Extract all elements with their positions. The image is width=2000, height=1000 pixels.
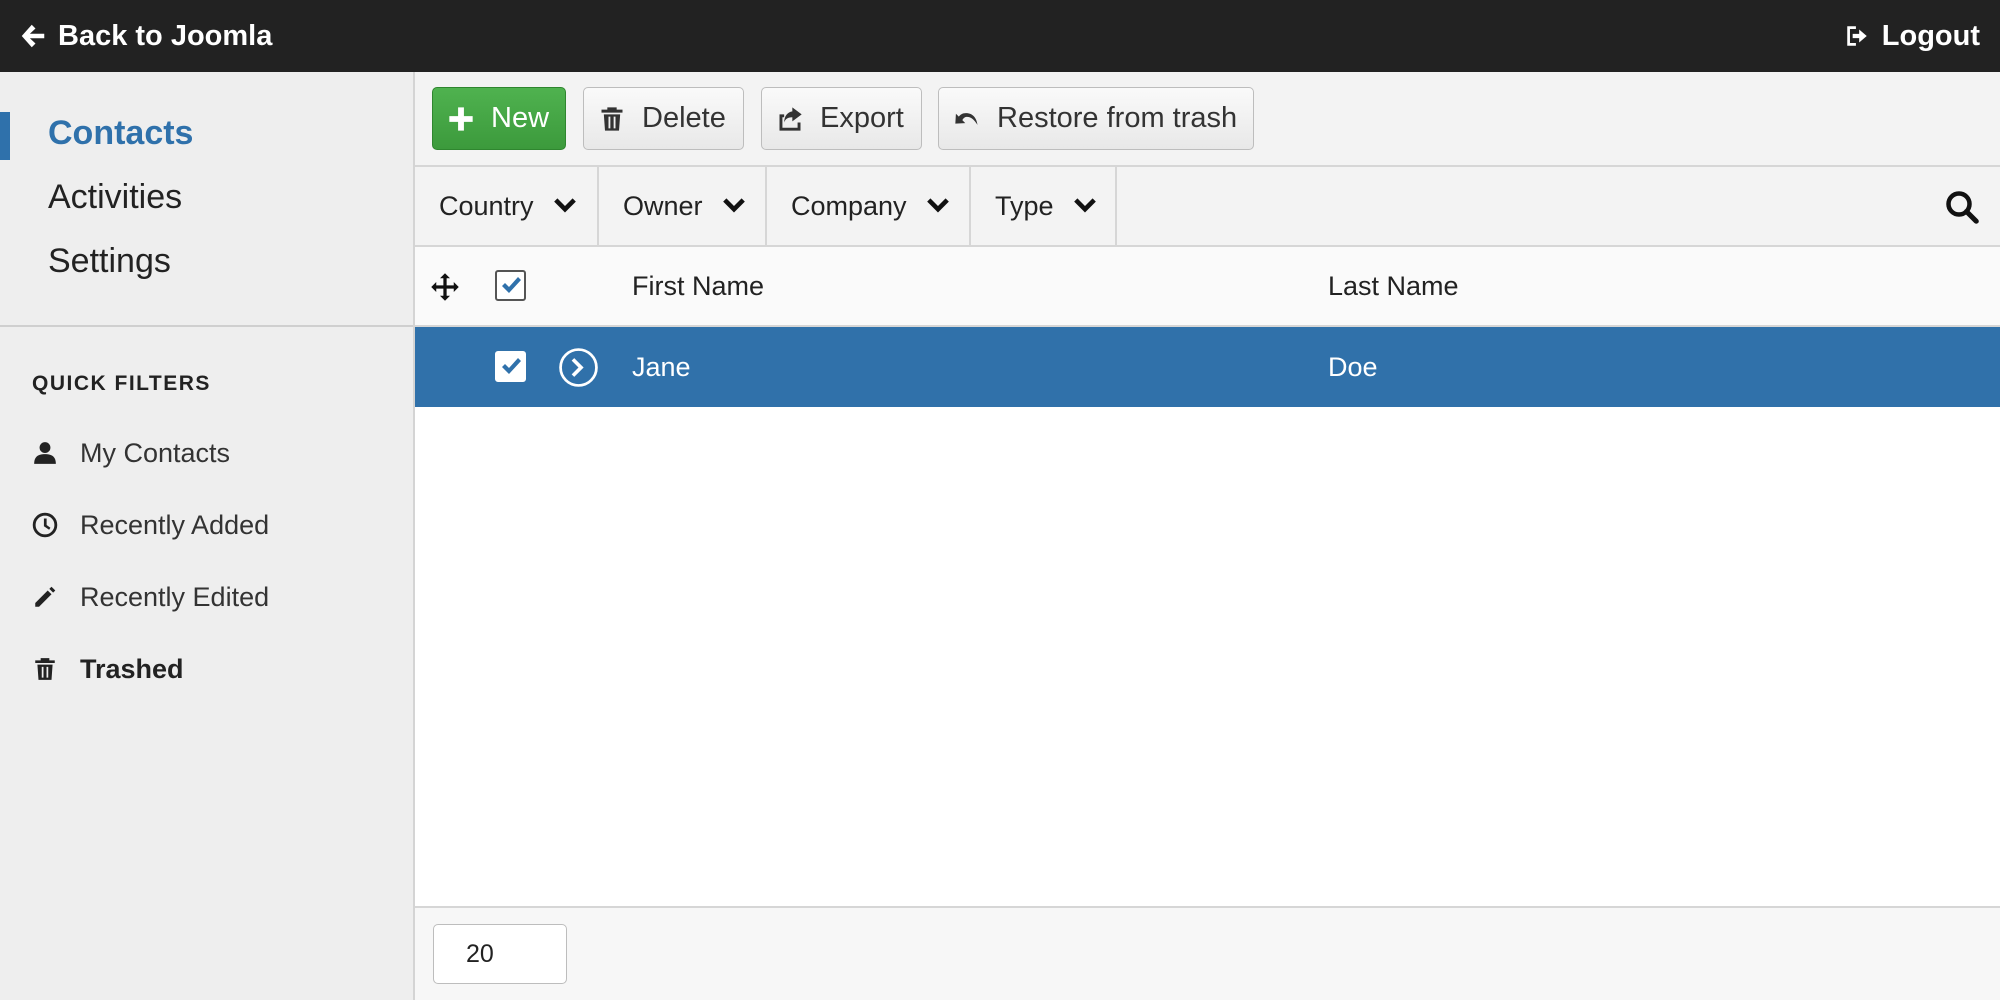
quick-filter-recently-edited[interactable]: Recently Edited: [32, 577, 269, 617]
filter-owner-dropdown[interactable]: Owner: [599, 167, 767, 245]
quick-filter-trashed[interactable]: Trashed: [32, 649, 184, 689]
filter-bar: Country Owner Company Type: [415, 167, 2000, 247]
filter-label: Country: [439, 190, 534, 221]
delete-label: Delete: [642, 102, 726, 134]
trash-icon: [35, 658, 55, 680]
select-all-checkbox[interactable]: [495, 270, 526, 301]
export-button[interactable]: Export: [761, 87, 922, 150]
export-label: Export: [820, 102, 904, 134]
table-header: First Name Last Name: [415, 247, 2000, 327]
column-header-first-name[interactable]: First Name: [632, 247, 764, 325]
sidebar-nav: Contacts Activities Settings: [0, 72, 413, 327]
quick-filter-my-contacts[interactable]: My Contacts: [32, 433, 230, 473]
undo-icon: [955, 112, 978, 125]
quick-filter-label: Recently Edited: [80, 581, 270, 612]
filter-country-dropdown[interactable]: Country: [415, 167, 599, 245]
table-footer: 20: [415, 906, 2000, 1000]
check-icon: [502, 277, 521, 293]
restore-from-trash-button[interactable]: Restore from trash: [938, 87, 1254, 150]
new-label: New: [491, 102, 550, 134]
quick-filter-label: My Contacts: [80, 437, 231, 468]
quick-filter-label: Trashed: [80, 653, 184, 684]
new-button[interactable]: New: [432, 87, 566, 150]
move-icon[interactable]: [430, 272, 460, 302]
sidebar: Contacts Activities Settings QUICK FILTE…: [0, 72, 415, 1000]
logout-icon: [1847, 26, 1867, 46]
search-icon[interactable]: [1944, 189, 1980, 225]
back-to-joomla-link[interactable]: Back to Joomla: [18, 0, 272, 72]
logout-link[interactable]: Logout: [1844, 0, 1980, 72]
page-size-select[interactable]: 20: [433, 924, 567, 984]
pencil-icon: [35, 586, 56, 607]
filter-type-dropdown[interactable]: Type: [971, 167, 1117, 245]
main-content: New Delete Export Restore from trash Cou…: [415, 72, 2000, 1000]
trash-icon: [601, 106, 623, 131]
chevron-right-circle-icon[interactable]: [558, 347, 599, 388]
filter-company-dropdown[interactable]: Company: [767, 167, 971, 245]
cell-last-name: Doe: [1328, 351, 1378, 382]
top-bar: Back to Joomla Logout: [0, 0, 2000, 72]
cell-first-name: Jane: [632, 351, 691, 382]
filter-label: Owner: [623, 190, 703, 221]
chevron-down-icon: [553, 198, 576, 213]
active-indicator: [0, 112, 10, 160]
sidebar-item-settings[interactable]: Settings: [48, 242, 171, 281]
chevron-down-icon: [722, 198, 745, 213]
quick-filters-title: QUICK FILTERS: [32, 372, 211, 395]
chevron-down-icon: [1073, 198, 1096, 213]
sidebar-item-activities[interactable]: Activities: [48, 178, 182, 217]
table-row[interactable]: Jane Doe: [415, 327, 2000, 407]
clock-icon: [32, 512, 58, 538]
sidebar-item-contacts[interactable]: Contacts: [48, 114, 193, 153]
quick-filter-recently-added[interactable]: Recently Added: [32, 505, 269, 545]
toolbar: New Delete Export Restore from trash: [415, 72, 2000, 167]
check-icon: [502, 358, 521, 374]
user-icon: [34, 442, 56, 464]
restore-label: Restore from trash: [997, 102, 1238, 134]
quick-filter-label: Recently Added: [80, 509, 270, 540]
export-icon: [779, 106, 802, 131]
arrow-left-icon: [21, 24, 45, 48]
logout-label: Logout: [1881, 19, 1980, 52]
chevron-down-icon: [926, 198, 949, 213]
filter-label: Type: [995, 190, 1054, 221]
column-header-last-name[interactable]: Last Name: [1328, 247, 1459, 325]
filter-label: Company: [791, 190, 907, 221]
plus-icon: [449, 106, 473, 131]
back-label: Back to Joomla: [58, 19, 273, 52]
row-checkbox[interactable]: [495, 351, 526, 382]
delete-button[interactable]: Delete: [583, 87, 744, 150]
